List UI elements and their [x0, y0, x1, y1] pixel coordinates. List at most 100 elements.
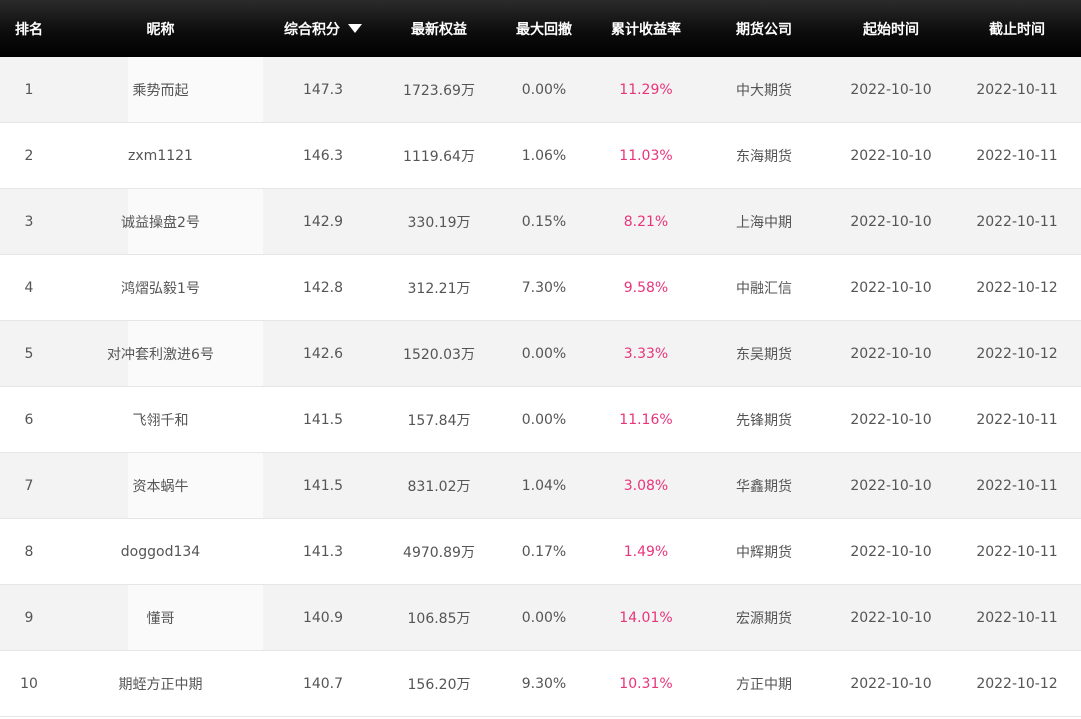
cell-equity: 1119.64万 — [383, 122, 495, 189]
header-row: 排名 昵称 综合积分 最新权益 最大回撤 累计收益率 期货公司 起始时间 截止时… — [0, 0, 1081, 57]
cell-equity: 831.02万 — [383, 452, 495, 519]
cell-return-rate: 3.33% — [593, 320, 699, 387]
header-return-rate: 累计收益率 — [593, 0, 699, 57]
cell-start-time: 2022-10-10 — [829, 254, 953, 321]
cell-rank: 8 — [0, 518, 58, 585]
cell-drawdown: 1.04% — [495, 452, 593, 519]
cell-end-time: 2022-10-12 — [953, 254, 1081, 321]
table-row[interactable]: 9 懂哥 140.9 106.85万 0.00% 14.01% 宏源期货 2022-10-10… — [0, 584, 1081, 651]
cell-start-time: 2022-10-10 — [829, 57, 953, 123]
table-row[interactable]: 4 鸿熠弘毅1号 142.8 312.21万 7.30% 9.58% 中融汇信 2022-10… — [0, 254, 1081, 321]
cell-score: 141.5 — [263, 452, 383, 519]
cell-company: 中大期货 — [699, 57, 829, 123]
cell-return-rate: 3.08% — [593, 452, 699, 519]
cell-end-time: 2022-10-11 — [953, 584, 1081, 651]
cell-end-time: 2022-10-12 — [953, 320, 1081, 387]
cell-equity: 157.84万 — [383, 386, 495, 453]
cell-score: 140.9 — [263, 584, 383, 651]
cell-nickname: 乘势而起 — [58, 57, 263, 123]
cell-drawdown: 0.00% — [495, 57, 593, 123]
cell-end-time: 2022-10-11 — [953, 386, 1081, 453]
cell-rank: 9 — [0, 584, 58, 651]
cell-company: 中融汇信 — [699, 254, 829, 321]
cell-rank: 6 — [0, 386, 58, 453]
cell-nickname: 鸿熠弘毅1号 — [58, 254, 263, 321]
table-row[interactable]: 5 对冲套利激进6号 142.6 1520.03万 0.00% 3.33% 东吴期货 2022… — [0, 320, 1081, 387]
cell-company: 东吴期货 — [699, 320, 829, 387]
cell-nickname: zxm1121 — [58, 122, 263, 189]
cell-equity: 156.20万 — [383, 650, 495, 717]
cell-rank: 3 — [0, 188, 58, 255]
cell-start-time: 2022-10-10 — [829, 518, 953, 585]
cell-rank: 5 — [0, 320, 58, 387]
header-equity: 最新权益 — [383, 0, 495, 57]
cell-end-time: 2022-10-12 — [953, 650, 1081, 717]
cell-rank: 1 — [0, 57, 58, 123]
cell-drawdown: 0.00% — [495, 320, 593, 387]
cell-start-time: 2022-10-10 — [829, 386, 953, 453]
cell-score: 141.5 — [263, 386, 383, 453]
cell-score: 142.8 — [263, 254, 383, 321]
cell-end-time: 2022-10-11 — [953, 518, 1081, 585]
cell-drawdown: 0.00% — [495, 386, 593, 453]
cell-return-rate: 11.03% — [593, 122, 699, 189]
cell-rank: 2 — [0, 122, 58, 189]
cell-equity: 4970.89万 — [383, 518, 495, 585]
cell-rank: 10 — [0, 650, 58, 717]
cell-nickname: 期蛭方正中期 — [58, 650, 263, 717]
cell-end-time: 2022-10-11 — [953, 452, 1081, 519]
cell-start-time: 2022-10-10 — [829, 320, 953, 387]
cell-return-rate: 11.16% — [593, 386, 699, 453]
header-rank: 排名 — [0, 0, 58, 57]
cell-start-time: 2022-10-10 — [829, 452, 953, 519]
header-drawdown: 最大回撤 — [495, 0, 593, 57]
cell-company: 先锋期货 — [699, 386, 829, 453]
cell-equity: 106.85万 — [383, 584, 495, 651]
cell-equity: 1723.69万 — [383, 57, 495, 123]
cell-company: 东海期货 — [699, 122, 829, 189]
cell-score: 146.3 — [263, 122, 383, 189]
header-nickname: 昵称 — [58, 0, 263, 57]
cell-return-rate: 8.21% — [593, 188, 699, 255]
cell-drawdown: 9.30% — [495, 650, 593, 717]
table-row[interactable]: 10 期蛭方正中期 140.7 156.20万 9.30% 10.31% 方正中期 2022-… — [0, 650, 1081, 717]
cell-company: 华鑫期货 — [699, 452, 829, 519]
table-row[interactable]: 7 资本蜗牛 141.5 831.02万 1.04% 3.08% 华鑫期货 2022-10-1… — [0, 452, 1081, 519]
cell-rank: 4 — [0, 254, 58, 321]
table-row[interactable]: 8 doggod134 141.3 4970.89万 0.17% 1.49% 中辉期货 202… — [0, 518, 1081, 585]
cell-equity: 1520.03万 — [383, 320, 495, 387]
cell-company: 方正中期 — [699, 650, 829, 717]
cell-return-rate: 1.49% — [593, 518, 699, 585]
ranking-table: 排名 昵称 综合积分 最新权益 最大回撤 累计收益率 期货公司 起始时间 截止时… — [0, 0, 1081, 717]
cell-company: 上海中期 — [699, 188, 829, 255]
cell-end-time: 2022-10-11 — [953, 188, 1081, 255]
cell-nickname: 资本蜗牛 — [58, 452, 263, 519]
cell-nickname: doggod134 — [58, 518, 263, 585]
table-row[interactable]: 6 飞翎千和 141.5 157.84万 0.00% 11.16% 先锋期货 2022-10-… — [0, 386, 1081, 453]
cell-company: 中辉期货 — [699, 518, 829, 585]
cell-start-time: 2022-10-10 — [829, 584, 953, 651]
table-row[interactable]: 1 乘势而起 147.3 1723.69万 0.00% 11.29% 中大期货 2022-10… — [0, 57, 1081, 123]
cell-start-time: 2022-10-10 — [829, 188, 953, 255]
cell-end-time: 2022-10-11 — [953, 122, 1081, 189]
cell-drawdown: 0.17% — [495, 518, 593, 585]
cell-score: 142.6 — [263, 320, 383, 387]
cell-drawdown: 0.00% — [495, 584, 593, 651]
header-score-label: 综合积分 — [284, 21, 340, 38]
cell-nickname: 懂哥 — [58, 584, 263, 651]
table-header: 排名 昵称 综合积分 最新权益 最大回撤 累计收益率 期货公司 起始时间 截止时… — [0, 0, 1081, 57]
cell-start-time: 2022-10-10 — [829, 122, 953, 189]
header-score-sortable[interactable]: 综合积分 — [263, 0, 383, 57]
cell-equity: 312.21万 — [383, 254, 495, 321]
header-start-time: 起始时间 — [829, 0, 953, 57]
cell-score: 141.3 — [263, 518, 383, 585]
cell-score: 140.7 — [263, 650, 383, 717]
cell-score: 147.3 — [263, 57, 383, 123]
sort-descending-icon[interactable] — [348, 23, 362, 33]
cell-return-rate: 9.58% — [593, 254, 699, 321]
table-row[interactable]: 3 诚益操盘2号 142.9 330.19万 0.15% 8.21% 上海中期 2022-10… — [0, 188, 1081, 255]
table-row[interactable]: 2 zxm1121 146.3 1119.64万 1.06% 11.03% 东海期货 2022… — [0, 122, 1081, 189]
cell-drawdown: 1.06% — [495, 122, 593, 189]
table-body: 1 乘势而起 147.3 1723.69万 0.00% 11.29% 中大期货 2022-10… — [0, 57, 1081, 717]
cell-rank: 7 — [0, 452, 58, 519]
